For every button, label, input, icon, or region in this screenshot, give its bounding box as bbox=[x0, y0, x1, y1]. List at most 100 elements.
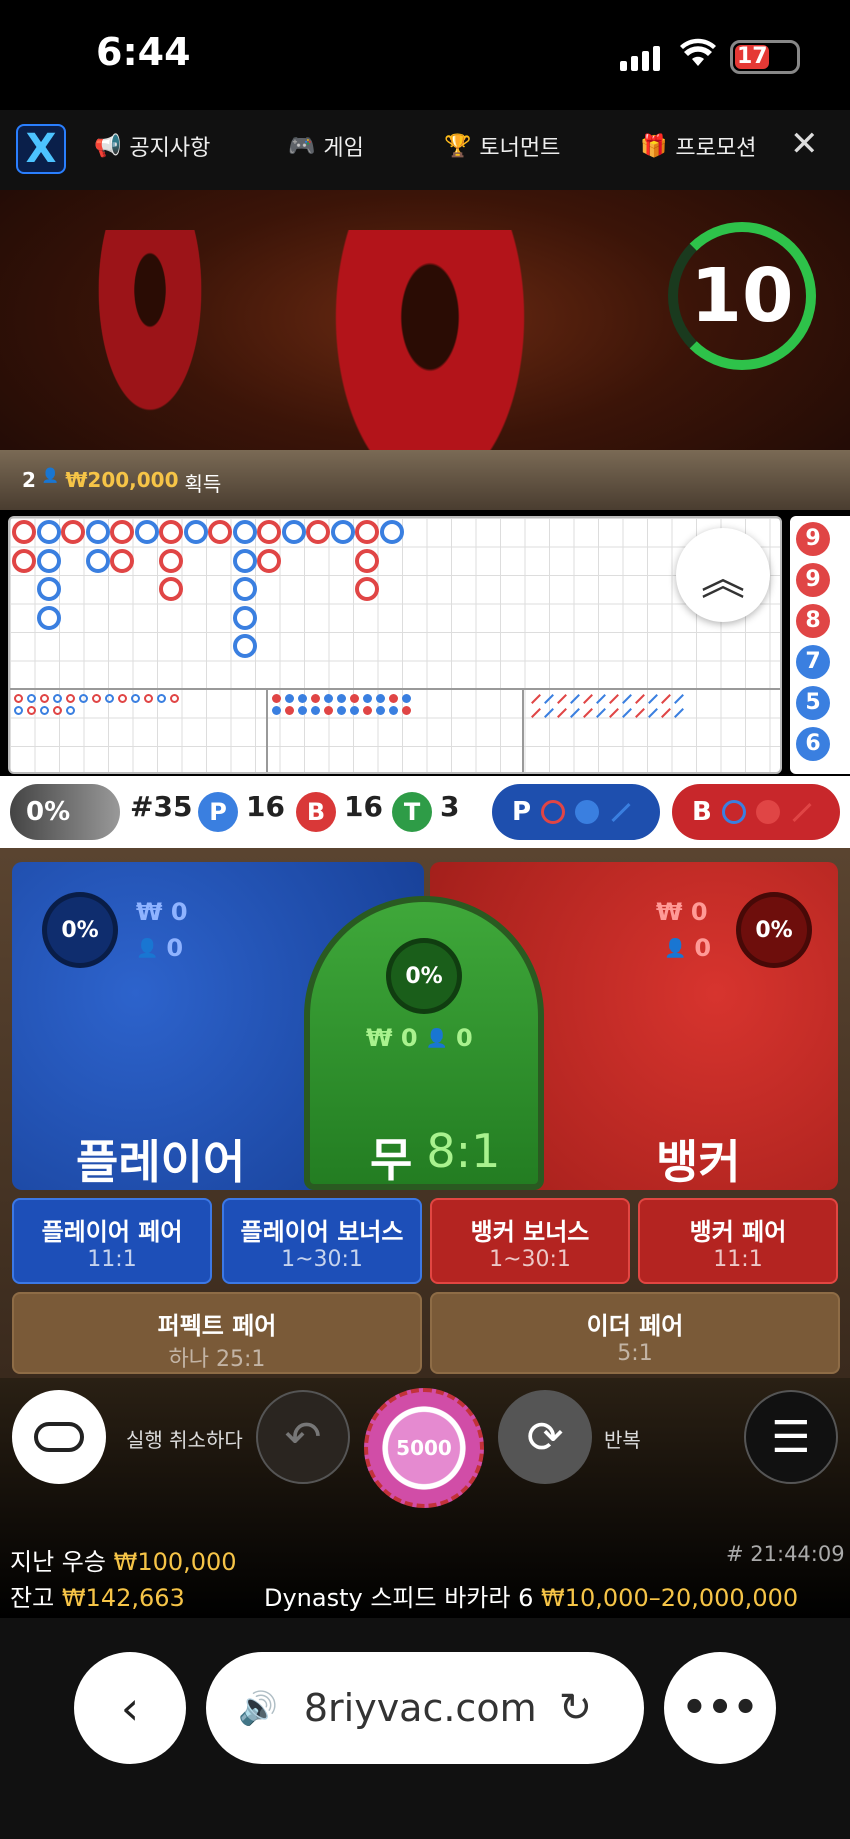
tie-odds: 8:1 bbox=[426, 1124, 501, 1178]
slash-road-mark bbox=[609, 694, 619, 704]
back-button[interactable]: ‹ bbox=[74, 1652, 186, 1764]
roadmap-bead bbox=[257, 520, 281, 544]
side-bet-odds: 1~30:1 bbox=[489, 1247, 571, 1272]
slash-road-mark bbox=[583, 694, 593, 704]
repeat-button[interactable]: ⟳ bbox=[498, 1390, 592, 1484]
cockroach-road-mark bbox=[285, 694, 294, 703]
roadmap-bead bbox=[330, 520, 355, 544]
user-icon: 👤 bbox=[664, 937, 687, 959]
nav-notice[interactable]: 📢 공지사항 bbox=[94, 130, 210, 162]
url-text: 8riyvac.com bbox=[303, 1686, 537, 1730]
slash-road-mark bbox=[544, 694, 554, 704]
roadmap-bead bbox=[281, 520, 306, 544]
small-road-mark bbox=[170, 694, 179, 703]
round-number: #35 bbox=[130, 790, 193, 823]
player-ask-button[interactable]: P bbox=[492, 784, 660, 840]
cockroach-road-mark bbox=[376, 694, 385, 703]
pair-bet-odds: 5:1 bbox=[617, 1341, 653, 1366]
bead-road-column: 9 9 8 7 5 6 bbox=[790, 516, 850, 774]
roadmap-bead bbox=[232, 520, 257, 544]
banker-ask-button[interactable]: B bbox=[672, 784, 840, 840]
road-divider bbox=[522, 688, 524, 772]
slash-road-mark bbox=[622, 694, 632, 704]
recent-winners: 2 👤 ₩200,000 획득 bbox=[22, 468, 221, 497]
nav-games[interactable]: 🎮 게임 bbox=[288, 130, 364, 162]
cockroach-road-mark bbox=[324, 694, 333, 703]
small-road-mark bbox=[79, 694, 88, 703]
nav-promotion[interactable]: 🎁 프로모션 bbox=[640, 130, 756, 162]
slash-road-mark bbox=[635, 694, 645, 704]
slash-road-mark bbox=[635, 708, 645, 718]
player-bonus-bet[interactable]: 플레이어 보너스 1~30:1 bbox=[222, 1198, 422, 1284]
undo-button[interactable]: ↶ bbox=[256, 1390, 350, 1484]
perfect-pair-bet[interactable]: 퍼펙트 페어 하나 25:1 bbox=[12, 1292, 422, 1374]
bead-road-number: 5 bbox=[796, 686, 830, 720]
roadmap-bead bbox=[306, 520, 330, 544]
nav-notice-label: 공지사항 bbox=[129, 136, 211, 161]
table-name: Dynasty 스피드 바카라 6 bbox=[264, 1584, 534, 1612]
roadmap-bead bbox=[232, 577, 257, 601]
either-pair-bet[interactable]: 이더 페어 5:1 bbox=[430, 1292, 840, 1374]
chip-selector[interactable]: 5000 bbox=[364, 1388, 484, 1508]
countdown-timer: 10 bbox=[668, 222, 816, 370]
side-bet-odds: 1~30:1 bbox=[281, 1247, 363, 1272]
slash-road-mark bbox=[648, 708, 658, 718]
roadmap-bead bbox=[208, 520, 232, 544]
banker-bonus-bet[interactable]: 뱅커 보너스 1~30:1 bbox=[430, 1198, 630, 1284]
nav-games-label: 게임 bbox=[323, 136, 364, 161]
close-icon[interactable]: ✕ bbox=[790, 124, 819, 164]
small-road-mark bbox=[144, 694, 153, 703]
menu-button[interactable]: ☰ bbox=[744, 1390, 838, 1484]
small-road-mark bbox=[40, 694, 49, 703]
roadmap-bead bbox=[12, 520, 36, 544]
ring-icon bbox=[721, 800, 746, 824]
bead-road-number: 9 bbox=[796, 563, 830, 597]
stats-percent-toggle[interactable]: 0% bbox=[10, 784, 120, 840]
repeat-label: 반복 bbox=[604, 1428, 641, 1452]
roadmap-bead bbox=[232, 605, 257, 630]
battery-level: 17 bbox=[737, 44, 768, 69]
roadmap-bead bbox=[159, 548, 183, 573]
trophy-icon: 🏆 bbox=[444, 133, 472, 159]
chip-value: 5000 bbox=[396, 1436, 452, 1460]
side-bet-odds: 11:1 bbox=[87, 1247, 137, 1272]
chat-button[interactable] bbox=[12, 1390, 106, 1484]
round-id: # 21:44:09 bbox=[726, 1542, 845, 1566]
winners-count: 2 bbox=[22, 468, 36, 492]
small-road-mark bbox=[27, 706, 36, 715]
scoreboard-roadmap[interactable] bbox=[8, 516, 782, 774]
slash-road-mark bbox=[531, 708, 541, 718]
slash-road-mark bbox=[570, 708, 580, 718]
signal-icon bbox=[620, 46, 660, 71]
slash-road-mark bbox=[661, 708, 671, 718]
roadmap-bead bbox=[159, 520, 183, 544]
cockroach-road-mark bbox=[285, 706, 294, 715]
player-pair-bet[interactable]: 플레이어 페어 11:1 bbox=[12, 1198, 212, 1284]
roadmap-bead bbox=[159, 577, 183, 601]
cockroach-road-mark bbox=[363, 694, 372, 703]
slash-road-mark bbox=[622, 708, 632, 718]
tie-bet-zone[interactable]: 0% ₩ 0 👤 0 무 8:1 bbox=[304, 896, 544, 1190]
cockroach-road-mark bbox=[376, 706, 385, 715]
player-letter: P bbox=[198, 792, 238, 832]
reload-icon[interactable]: ↻ bbox=[559, 1685, 593, 1731]
app-logo-icon[interactable]: X bbox=[16, 124, 66, 174]
chevron-left-icon: ‹ bbox=[120, 1681, 140, 1735]
tie-users-count: 0 bbox=[455, 1024, 473, 1052]
nav-tournament[interactable]: 🏆 토너먼트 bbox=[444, 130, 560, 162]
collapse-roadmap-button[interactable]: ︽ bbox=[676, 528, 770, 622]
nav-tournament-label: 토너먼트 bbox=[479, 136, 561, 161]
small-road-mark bbox=[14, 694, 23, 703]
address-bar[interactable]: 🔊 8riyvac.com ↻ bbox=[206, 1652, 644, 1764]
small-road-mark bbox=[14, 706, 23, 715]
roadmap-bead bbox=[36, 605, 61, 630]
slash-icon bbox=[792, 802, 812, 822]
roadmap-bead bbox=[355, 548, 379, 573]
banker-pair-bet[interactable]: 뱅커 페어 11:1 bbox=[638, 1198, 838, 1284]
more-options-button[interactable]: ••• bbox=[664, 1652, 776, 1764]
slash-road-mark bbox=[583, 708, 593, 718]
slash-road-mark bbox=[661, 694, 671, 704]
slash-road-mark bbox=[674, 708, 684, 718]
road-divider bbox=[266, 688, 268, 772]
side-bet-label: 플레이어 보너스 bbox=[240, 1218, 404, 1246]
